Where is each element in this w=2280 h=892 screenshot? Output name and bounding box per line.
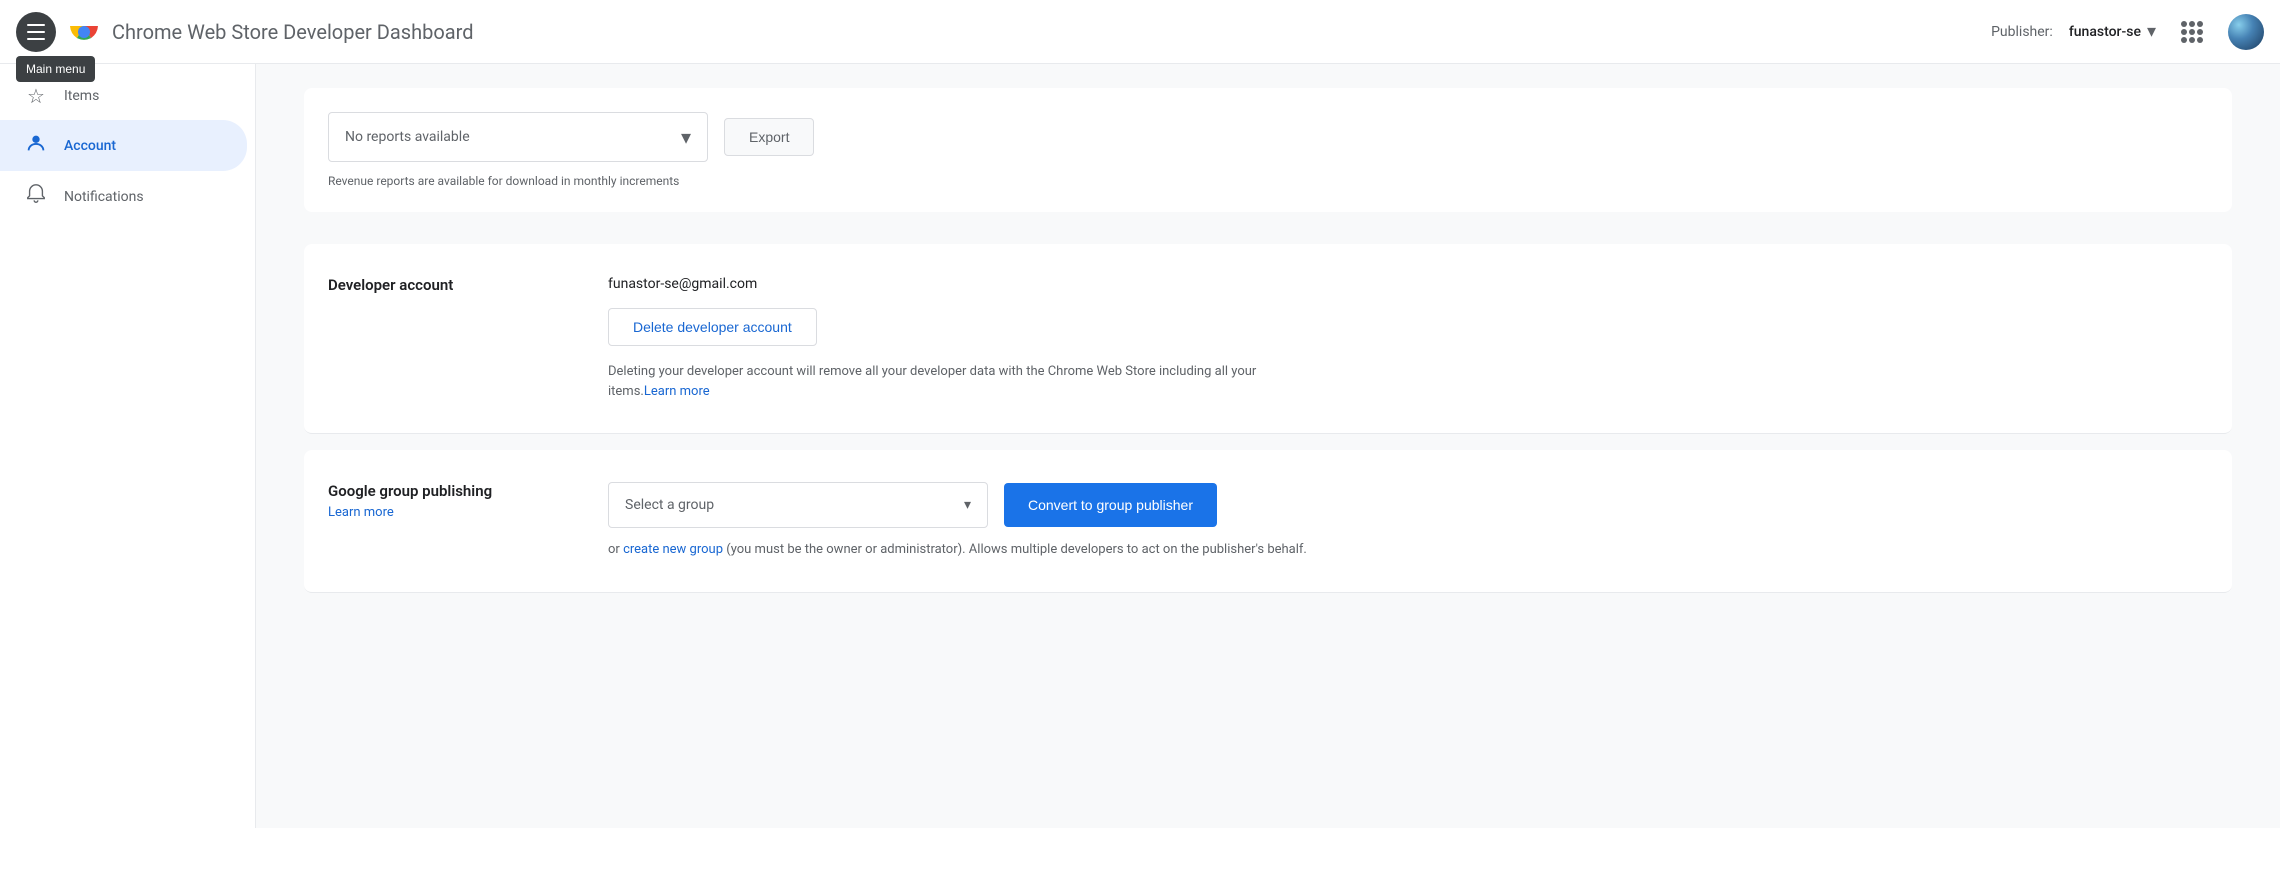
- sidebar: ☆ Items Account Notifications: [0, 64, 256, 828]
- reports-section: No reports available ▾ Export Revenue re…: [304, 88, 2232, 212]
- main-layout: ☆ Items Account Notifications: [0, 64, 2280, 828]
- menu-button[interactable]: Main menu: [16, 12, 56, 52]
- developer-account-label-col: Developer account: [328, 276, 608, 401]
- group-publishing-section: Google group publishing Learn more Selec…: [304, 450, 2232, 593]
- delete-learn-more-link[interactable]: Learn more: [644, 384, 710, 399]
- create-group-prefix: or: [608, 542, 620, 557]
- group-select-label: Select a group: [625, 497, 714, 513]
- grid-dots-icon: [2181, 21, 2203, 43]
- publisher-dropdown[interactable]: funastor-se ▾: [2069, 21, 2156, 42]
- sidebar-item-account[interactable]: Account: [0, 120, 247, 171]
- menu-tooltip: Main menu: [16, 56, 95, 82]
- reports-dropdown[interactable]: No reports available ▾: [328, 112, 708, 162]
- create-group-suffix: (you must be the owner or administrator)…: [726, 542, 1307, 557]
- delete-developer-account-button[interactable]: Delete developer account: [608, 308, 817, 346]
- header-right: Publisher: funastor-se ▾: [1991, 12, 2264, 52]
- sidebar-item-notifications-label: Notifications: [64, 189, 144, 205]
- group-select-arrow-icon: ▾: [964, 497, 971, 513]
- delete-description: Deleting your developer account will rem…: [608, 362, 1288, 401]
- create-group-text: or create new group (you must be the own…: [608, 540, 2208, 560]
- group-publishing-content: Select a group ▾ Convert to group publis…: [608, 482, 2208, 560]
- group-publishing-learn-more-link[interactable]: Learn more: [328, 505, 394, 520]
- avatar-image: [2228, 14, 2264, 50]
- sidebar-item-account-label: Account: [64, 138, 116, 154]
- developer-account-section: Developer account funastor-se@gmail.com …: [304, 244, 2232, 434]
- main-content: No reports available ▾ Export Revenue re…: [256, 64, 2280, 828]
- group-publishing-label-col: Google group publishing Learn more: [328, 482, 608, 560]
- items-icon: ☆: [24, 84, 48, 108]
- convert-to-group-publisher-button[interactable]: Convert to group publisher: [1004, 483, 1217, 527]
- publisher-label: Publisher:: [1991, 24, 2053, 40]
- group-row: Select a group ▾ Convert to group publis…: [608, 482, 2208, 528]
- reports-dropdown-label: No reports available: [345, 129, 470, 145]
- notifications-icon: [24, 183, 48, 210]
- report-row: No reports available ▾ Export: [328, 112, 2208, 162]
- developer-account-content: funastor-se@gmail.com Delete developer a…: [608, 276, 2208, 401]
- developer-account-label: Developer account: [328, 276, 608, 294]
- sidebar-item-items-label: Items: [64, 88, 99, 104]
- chrome-logo-icon: [68, 16, 100, 48]
- export-button[interactable]: Export: [724, 118, 814, 156]
- account-icon: [24, 132, 48, 159]
- publisher-dropdown-arrow-icon: ▾: [2147, 21, 2156, 42]
- create-new-group-link[interactable]: create new group: [623, 542, 723, 557]
- header: Main menu Chrome Web Store Developer Das…: [0, 0, 2280, 64]
- user-avatar[interactable]: [2228, 14, 2264, 50]
- sidebar-item-notifications[interactable]: Notifications: [0, 171, 247, 222]
- apps-grid-button[interactable]: [2172, 12, 2212, 52]
- app-title: Chrome Web Store Developer Dashboard: [112, 20, 474, 44]
- account-email: funastor-se@gmail.com: [608, 276, 2208, 292]
- reports-dropdown-arrow-icon: ▾: [681, 125, 691, 149]
- header-left: Main menu Chrome Web Store Developer Das…: [16, 12, 1991, 52]
- publisher-name: funastor-se: [2069, 24, 2141, 40]
- reports-helper-text: Revenue reports are available for downlo…: [328, 174, 2208, 188]
- group-publishing-label: Google group publishing: [328, 482, 608, 500]
- group-select-dropdown[interactable]: Select a group ▾: [608, 482, 988, 528]
